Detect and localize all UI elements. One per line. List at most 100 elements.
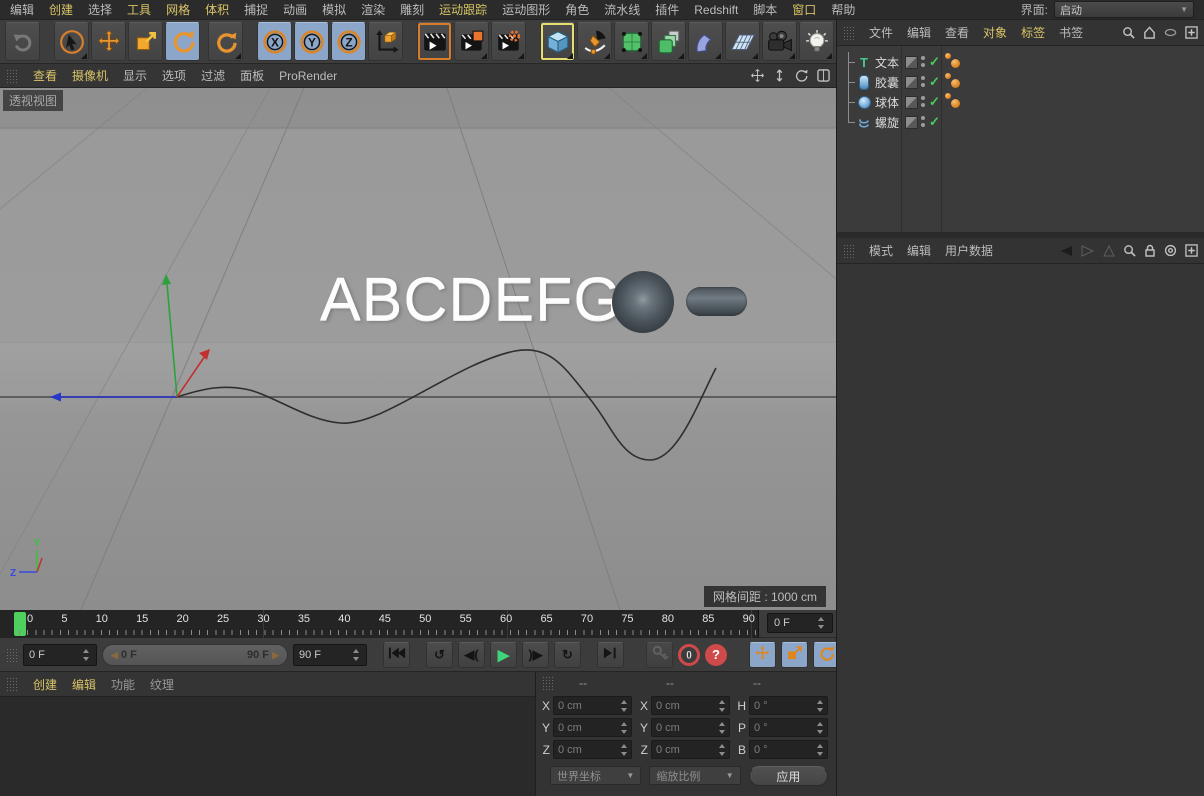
perspective-viewport[interactable]: Y Z ABCDEFG 透视视图 网格间距 : 1000 cm [0, 88, 836, 610]
vp-menu-options[interactable]: 选项 [162, 67, 186, 84]
instance-array-button[interactable] [651, 22, 686, 61]
render-view-button[interactable] [417, 22, 452, 61]
vp-menu-panel[interactable]: 面板 [240, 67, 264, 84]
size-x-input[interactable] [656, 700, 718, 712]
object-row-sphere[interactable]: 球体 ✓ [837, 92, 1204, 112]
menu-tools[interactable]: 工具 [127, 1, 151, 18]
key-scale-toggle[interactable] [781, 642, 808, 668]
coordinate-system-dropdown[interactable]: 世界坐标▼ [550, 766, 641, 785]
menu-script[interactable]: 脚本 [753, 1, 777, 18]
enabled-check-icon[interactable]: ✓ [929, 54, 940, 70]
object-row-helix[interactable]: 螺旋 ✓ [837, 112, 1204, 132]
play-button[interactable]: ▶ [490, 642, 517, 668]
render-settings-button[interactable] [491, 22, 526, 61]
layer-toggle[interactable] [905, 76, 918, 89]
spinner[interactable] [82, 648, 91, 662]
panel-grip[interactable] [542, 676, 554, 690]
parent-up-icon[interactable] [1103, 245, 1115, 257]
vp-menu-cameras[interactable]: 摄像机 [72, 67, 108, 84]
sphere-object[interactable] [612, 271, 674, 333]
frame-spinner[interactable] [817, 616, 826, 630]
record-options-button[interactable] [646, 642, 673, 668]
go-to-end-button[interactable] [597, 642, 624, 668]
om-menu-edit[interactable]: 编辑 [907, 24, 931, 41]
rotate-tool-button[interactable] [165, 22, 200, 61]
preview-range-slider[interactable]: ◀ 0 F 90 F ▶ [102, 644, 288, 666]
tag-icon[interactable] [951, 59, 960, 68]
material-list-empty[interactable] [0, 697, 535, 796]
rotation-h-input[interactable] [754, 700, 816, 712]
mat-menu-function[interactable]: 功能 [111, 676, 135, 693]
cube-primitive-button[interactable] [540, 22, 575, 61]
scale-mode-dropdown[interactable]: 缩放比例▼ [649, 766, 740, 785]
vp-menu-prorender[interactable]: ProRender [279, 69, 337, 83]
am-menu-mode[interactable]: 模式 [869, 242, 893, 259]
vp-menu-display[interactable]: 显示 [123, 67, 147, 84]
am-menu-edit[interactable]: 编辑 [907, 242, 931, 259]
menu-pipeline[interactable]: 流水线 [604, 1, 640, 18]
interface-select[interactable]: 启动 ▼ [1054, 1, 1194, 18]
play-backwards-button[interactable]: ↺ [426, 642, 453, 668]
spinner[interactable] [352, 648, 361, 662]
deformer-button[interactable] [688, 22, 723, 61]
panel-grip[interactable] [6, 69, 18, 83]
menu-simulate[interactable]: 模拟 [322, 1, 346, 18]
move-tool-button[interactable] [91, 22, 126, 61]
render-to-picture-viewer-button[interactable] [454, 22, 489, 61]
autokey-help-button[interactable]: ? [705, 644, 727, 666]
menu-character[interactable]: 角色 [565, 1, 589, 18]
menu-animate[interactable]: 动画 [283, 1, 307, 18]
panel-grip[interactable] [6, 648, 18, 662]
panel-grip[interactable] [6, 677, 18, 691]
eye-icon[interactable] [1164, 28, 1177, 37]
panel-grip[interactable] [843, 26, 855, 40]
z-axis-lock-button[interactable]: Z [331, 22, 366, 61]
tag-icon[interactable] [945, 73, 951, 79]
menu-snap[interactable]: 捕捉 [244, 1, 268, 18]
rotate-view-icon[interactable] [795, 69, 808, 82]
record-keyframe-button[interactable]: () [678, 644, 700, 666]
coordinate-system-button[interactable] [368, 22, 403, 61]
menu-window[interactable]: 窗口 [792, 1, 816, 18]
om-menu-objects[interactable]: 对象 [983, 24, 1007, 41]
visibility-dots[interactable] [921, 116, 925, 127]
layer-toggle[interactable] [905, 96, 918, 109]
pan-view-icon[interactable] [751, 69, 764, 82]
add-panel-icon[interactable] [1185, 244, 1198, 257]
spinner[interactable] [816, 743, 825, 757]
next-frame-button[interactable]: )▶ [522, 642, 549, 668]
range-end-field[interactable]: 90 F [293, 644, 367, 666]
home-icon[interactable] [1143, 26, 1156, 39]
om-menu-file[interactable]: 文件 [869, 24, 893, 41]
lock-icon[interactable] [1144, 244, 1156, 257]
y-axis-lock-button[interactable]: Y [294, 22, 329, 61]
apply-button[interactable]: 应用 [749, 766, 828, 786]
x-axis-lock-button[interactable]: X [257, 22, 292, 61]
menu-edit[interactable]: 编辑 [10, 1, 34, 18]
undo-button[interactable] [5, 22, 40, 61]
attribute-manager-body[interactable] [837, 264, 1204, 796]
enabled-check-icon[interactable]: ✓ [929, 114, 940, 130]
target-icon[interactable] [1164, 244, 1177, 257]
play-loop-button[interactable]: ↻ [554, 642, 581, 668]
text-object[interactable]: ABCDEFG [320, 264, 622, 334]
spinner[interactable] [620, 743, 629, 757]
live-selection-button[interactable] [54, 22, 89, 61]
am-menu-userdata[interactable]: 用户数据 [945, 242, 993, 259]
layer-toggle[interactable] [905, 116, 918, 129]
menu-redshift[interactable]: Redshift [694, 3, 738, 17]
key-position-toggle[interactable] [749, 642, 776, 668]
object-row-text[interactable]: T 文本 ✓ [837, 52, 1204, 72]
layer-toggle[interactable] [905, 56, 918, 69]
menu-create[interactable]: 创建 [49, 1, 73, 18]
zoom-view-icon[interactable] [773, 69, 786, 82]
tag-icon[interactable] [945, 93, 951, 99]
menu-mograph[interactable]: 运动图形 [502, 1, 550, 18]
spinner[interactable] [718, 743, 727, 757]
mat-menu-create[interactable]: 创建 [33, 676, 57, 693]
tag-icon[interactable] [945, 53, 951, 59]
size-z-input[interactable] [656, 744, 718, 756]
vp-menu-view[interactable]: 查看 [33, 67, 57, 84]
visibility-dots[interactable] [921, 96, 925, 107]
last-tool-button[interactable] [208, 22, 243, 61]
